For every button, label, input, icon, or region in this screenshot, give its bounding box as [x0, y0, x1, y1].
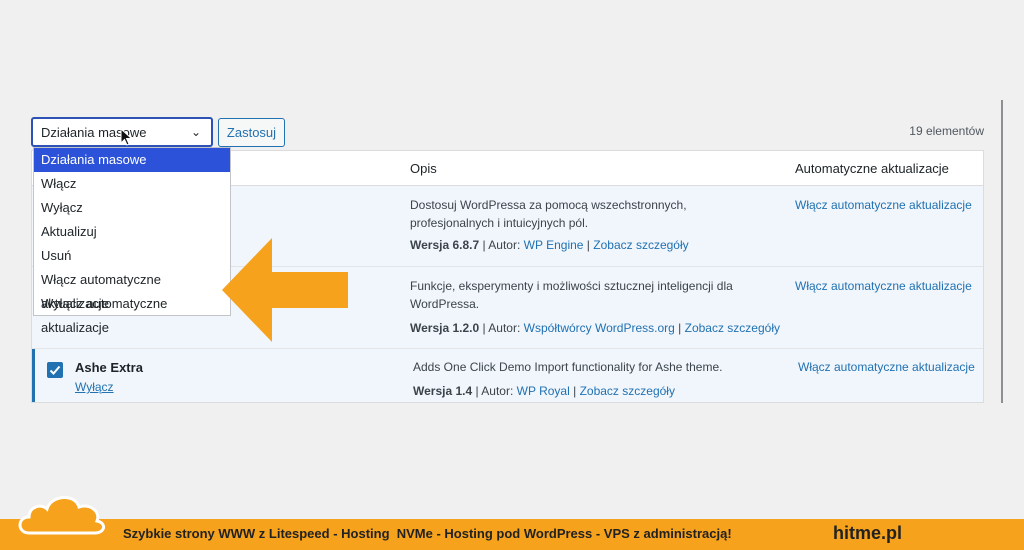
plugin-meta: Wersja 1.4 | Autor: WP Royal | Zobacz sz… — [413, 382, 675, 400]
checkmark-icon — [49, 365, 61, 375]
enable-auto-updates-link[interactable]: Włącz automatyczne aktualizacje — [795, 196, 972, 214]
enable-auto-updates-link[interactable]: Włącz automatyczne aktualizacje — [795, 277, 972, 295]
details-link[interactable]: Zobacz szczegóły — [580, 384, 675, 398]
bulk-actions-dropdown: Działania masowe Włącz Wyłącz Aktualizuj… — [33, 147, 231, 335]
meta-separator: | — [569, 384, 580, 398]
cloud-logo-icon — [18, 496, 105, 535]
dropdown-option-deactivate[interactable]: Wyłącz — [34, 196, 230, 220]
table-row: Ashe Extra Wyłącz Adds One Click Demo Im… — [32, 349, 983, 402]
plugin-version: Wersja 1.4 — [413, 384, 473, 398]
meta-separator: | — [674, 321, 685, 335]
author-link[interactable]: WP Royal — [517, 384, 570, 398]
enable-auto-updates-link[interactable]: Włącz automatyczne aktualizacje — [798, 358, 975, 376]
plugin-meta: Wersja 1.2.0 | Autor: Współtwórcy WordPr… — [410, 319, 780, 337]
plugin-name: Ashe Extra — [75, 360, 143, 375]
author-link[interactable]: WP Engine — [524, 238, 584, 252]
plugin-description: Adds One Click Demo Import functionality… — [413, 360, 723, 374]
dropdown-option-disable-auto-updates[interactable]: Wyłącz automatyczne aktualizacje — [34, 292, 230, 335]
column-header-description[interactable]: Opis — [410, 161, 437, 176]
dropdown-option-enable-auto-updates[interactable]: Włącz automatyczne aktualizacje — [34, 268, 230, 311]
dropdown-option-activate[interactable]: Włącz — [34, 172, 230, 196]
apply-button[interactable]: Zastosuj — [218, 118, 285, 147]
scrollbar[interactable] — [1001, 100, 1003, 403]
meta-separator: | Autor: — [479, 238, 524, 252]
details-link[interactable]: Zobacz szczegóły — [593, 238, 688, 252]
meta-separator: | — [583, 238, 594, 252]
plugin-version: Wersja 6.8.7 — [410, 238, 480, 252]
plugin-version: Wersja 1.2.0 — [410, 321, 480, 335]
dropdown-option-bulk-actions[interactable]: Działania masowe — [34, 148, 230, 172]
items-count: 19 elementów — [909, 124, 984, 138]
footer-brand[interactable]: hitme.pl — [833, 523, 902, 544]
column-header-auto-updates[interactable]: Automatyczne aktualizacje — [795, 161, 949, 176]
meta-separator: | Autor: — [479, 321, 524, 335]
dropdown-option-delete[interactable]: Usuń — [34, 244, 230, 268]
mouse-cursor-icon — [120, 128, 133, 146]
details-link[interactable]: Zobacz szczegóły — [685, 321, 780, 335]
row-checkbox[interactable] — [47, 362, 63, 378]
deactivate-link[interactable]: Wyłącz — [75, 380, 114, 394]
chevron-down-icon: ⌄ — [190, 125, 201, 139]
left-arrow-icon — [222, 238, 348, 342]
author-link[interactable]: Współtwórcy WordPress.org — [524, 321, 675, 335]
dropdown-option-update[interactable]: Aktualizuj — [34, 220, 230, 244]
footer-banner: Szybkie strony WWW z Litespeed - Hosting… — [0, 519, 1024, 550]
footer-tagline: Szybkie strony WWW z Litespeed - Hosting… — [123, 526, 732, 541]
plugin-description: Dostosuj WordPressa za pomocą wszechstro… — [410, 198, 687, 230]
plugin-meta: Wersja 6.8.7 | Autor: WP Engine | Zobacz… — [410, 236, 689, 254]
plugin-description: Funkcje, eksperymenty i możliwości sztuc… — [410, 279, 733, 311]
meta-separator: | Autor: — [472, 384, 517, 398]
